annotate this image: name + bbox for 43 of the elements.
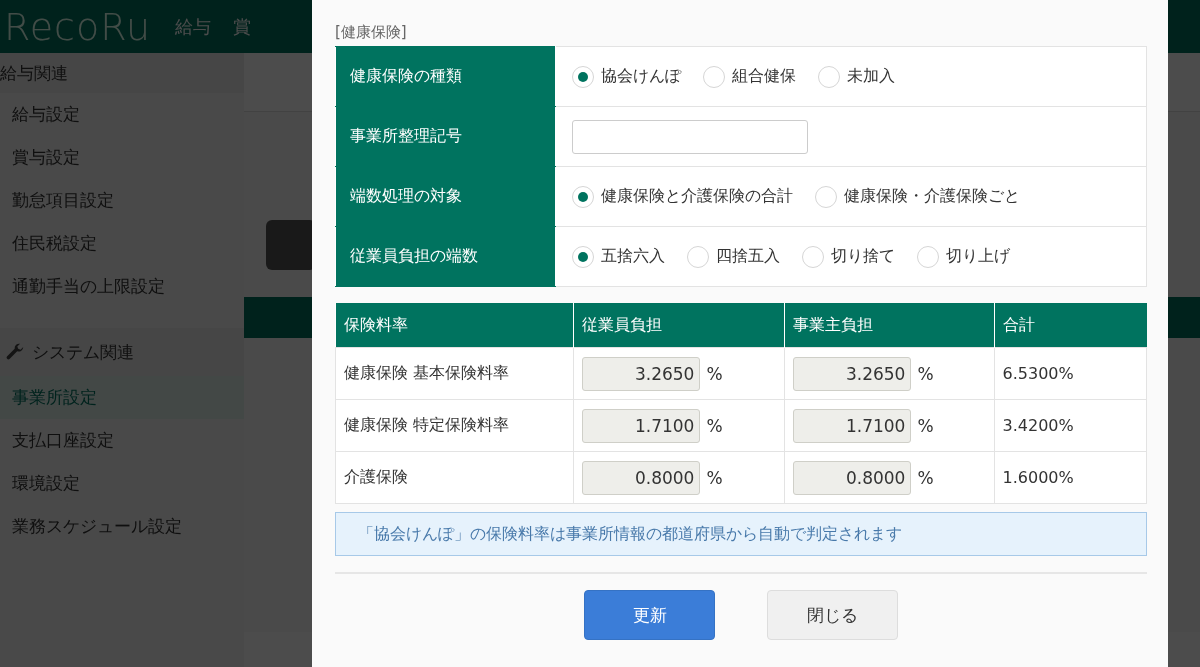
radio-option[interactable]: 切り捨て: [802, 245, 895, 268]
radio-option[interactable]: 切り上げ: [917, 245, 1010, 268]
update-button[interactable]: 更新: [584, 590, 715, 640]
radio-option[interactable]: 四捨五入: [687, 245, 780, 268]
unit-label: %: [917, 363, 934, 384]
setting-label: 事業所整理記号: [335, 106, 556, 167]
close-button[interactable]: 閉じる: [767, 590, 898, 640]
info-message: 「協会けんぽ」の保険料率は事業所情報の都道府県から自動で判定されます: [335, 512, 1147, 556]
radio-option[interactable]: 未加入: [818, 65, 895, 88]
radio-option[interactable]: 組合健保: [703, 65, 796, 88]
column-header: 保険料率: [335, 303, 574, 348]
text-field[interactable]: [572, 119, 808, 154]
radio-option[interactable]: 健康保険と介護保険の合計: [572, 185, 793, 208]
table-cell: 健康保険 基本保険料率: [335, 347, 574, 400]
radio-option[interactable]: 健康保険・介護保険ごと: [815, 185, 1020, 208]
radio-button[interactable]: [818, 65, 840, 88]
radio-button[interactable]: [917, 245, 939, 268]
radio-option[interactable]: 協会けんぽ: [572, 65, 681, 88]
radio-button[interactable]: [802, 245, 824, 268]
radio-button[interactable]: [815, 185, 837, 208]
unit-label: %: [917, 467, 934, 488]
radio-button[interactable]: [572, 65, 594, 88]
table-cell: 介護保険: [335, 451, 574, 504]
setting-label: 従業員負担の端数: [335, 226, 556, 287]
section-title: [健康保険]: [335, 22, 408, 43]
column-header: 事業主負担: [784, 303, 995, 348]
radio-button[interactable]: [703, 65, 725, 88]
setting-label: 端数処理の対象: [335, 166, 556, 227]
column-header: 合計: [994, 303, 1147, 348]
radio-option[interactable]: 五捨六入: [572, 245, 665, 268]
table-cell: 3.4200%: [994, 399, 1147, 452]
column-header: 従業員負担: [573, 303, 785, 348]
unit-label: %: [706, 467, 723, 488]
table-cell: 1.6000%: [994, 451, 1147, 504]
setting-label: 健康保険の種類: [335, 46, 556, 107]
unit-label: %: [706, 363, 723, 384]
table-cell: 健康保険 特定保険料率: [335, 399, 574, 452]
table-cell: 6.5300%: [994, 347, 1147, 400]
unit-label: %: [917, 415, 934, 436]
unit-label: %: [706, 415, 723, 436]
radio-button[interactable]: [687, 245, 709, 268]
radio-button[interactable]: [572, 185, 594, 208]
radio-button[interactable]: [572, 245, 594, 268]
